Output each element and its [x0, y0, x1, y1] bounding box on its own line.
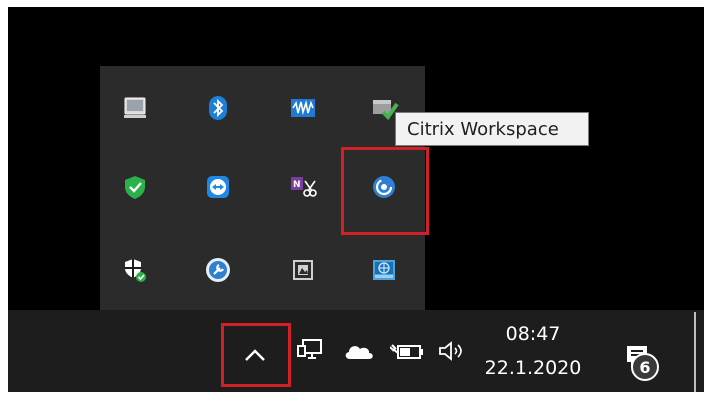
teamviewer-icon[interactable] — [202, 171, 234, 203]
image-frame-icon[interactable] — [287, 254, 319, 286]
show-desktop-edge[interactable] — [694, 312, 696, 392]
chevron-highlight — [221, 323, 291, 387]
battery-plug-icon[interactable] — [388, 334, 426, 368]
windows-defender-icon[interactable] — [119, 171, 151, 203]
onenote-clip-icon[interactable]: N — [287, 171, 319, 203]
clock-time: 08:47 — [505, 323, 561, 345]
desktop-screen: N Citrix Workspace 08:47 22.1.2020 6 — [8, 7, 704, 392]
taskbar: 08:47 22.1.2020 6 — [8, 310, 704, 392]
citrix-icon-highlight — [341, 147, 429, 235]
notification-count-badge: 6 — [631, 353, 659, 381]
onedrive-cloud-icon[interactable] — [340, 334, 378, 368]
bluetooth-icon[interactable] — [202, 92, 234, 124]
svg-text:N: N — [293, 180, 301, 190]
taskbar-clock[interactable]: 08:47 22.1.2020 — [478, 316, 588, 388]
tooltip: Citrix Workspace — [395, 112, 589, 146]
clock-date: 22.1.2020 — [484, 357, 582, 379]
network-icon[interactable] — [294, 334, 328, 368]
tooltip-text: Citrix Workspace — [407, 118, 559, 140]
volume-icon[interactable] — [436, 334, 470, 368]
network-globe-icon[interactable] — [368, 254, 400, 286]
waves-icon[interactable] — [287, 92, 319, 124]
overflow-tray-flyout: N — [100, 66, 429, 310]
wrench-circle-icon[interactable] — [202, 254, 234, 286]
monitor-icon[interactable] — [119, 92, 151, 124]
security-shield-icon[interactable] — [119, 254, 151, 286]
